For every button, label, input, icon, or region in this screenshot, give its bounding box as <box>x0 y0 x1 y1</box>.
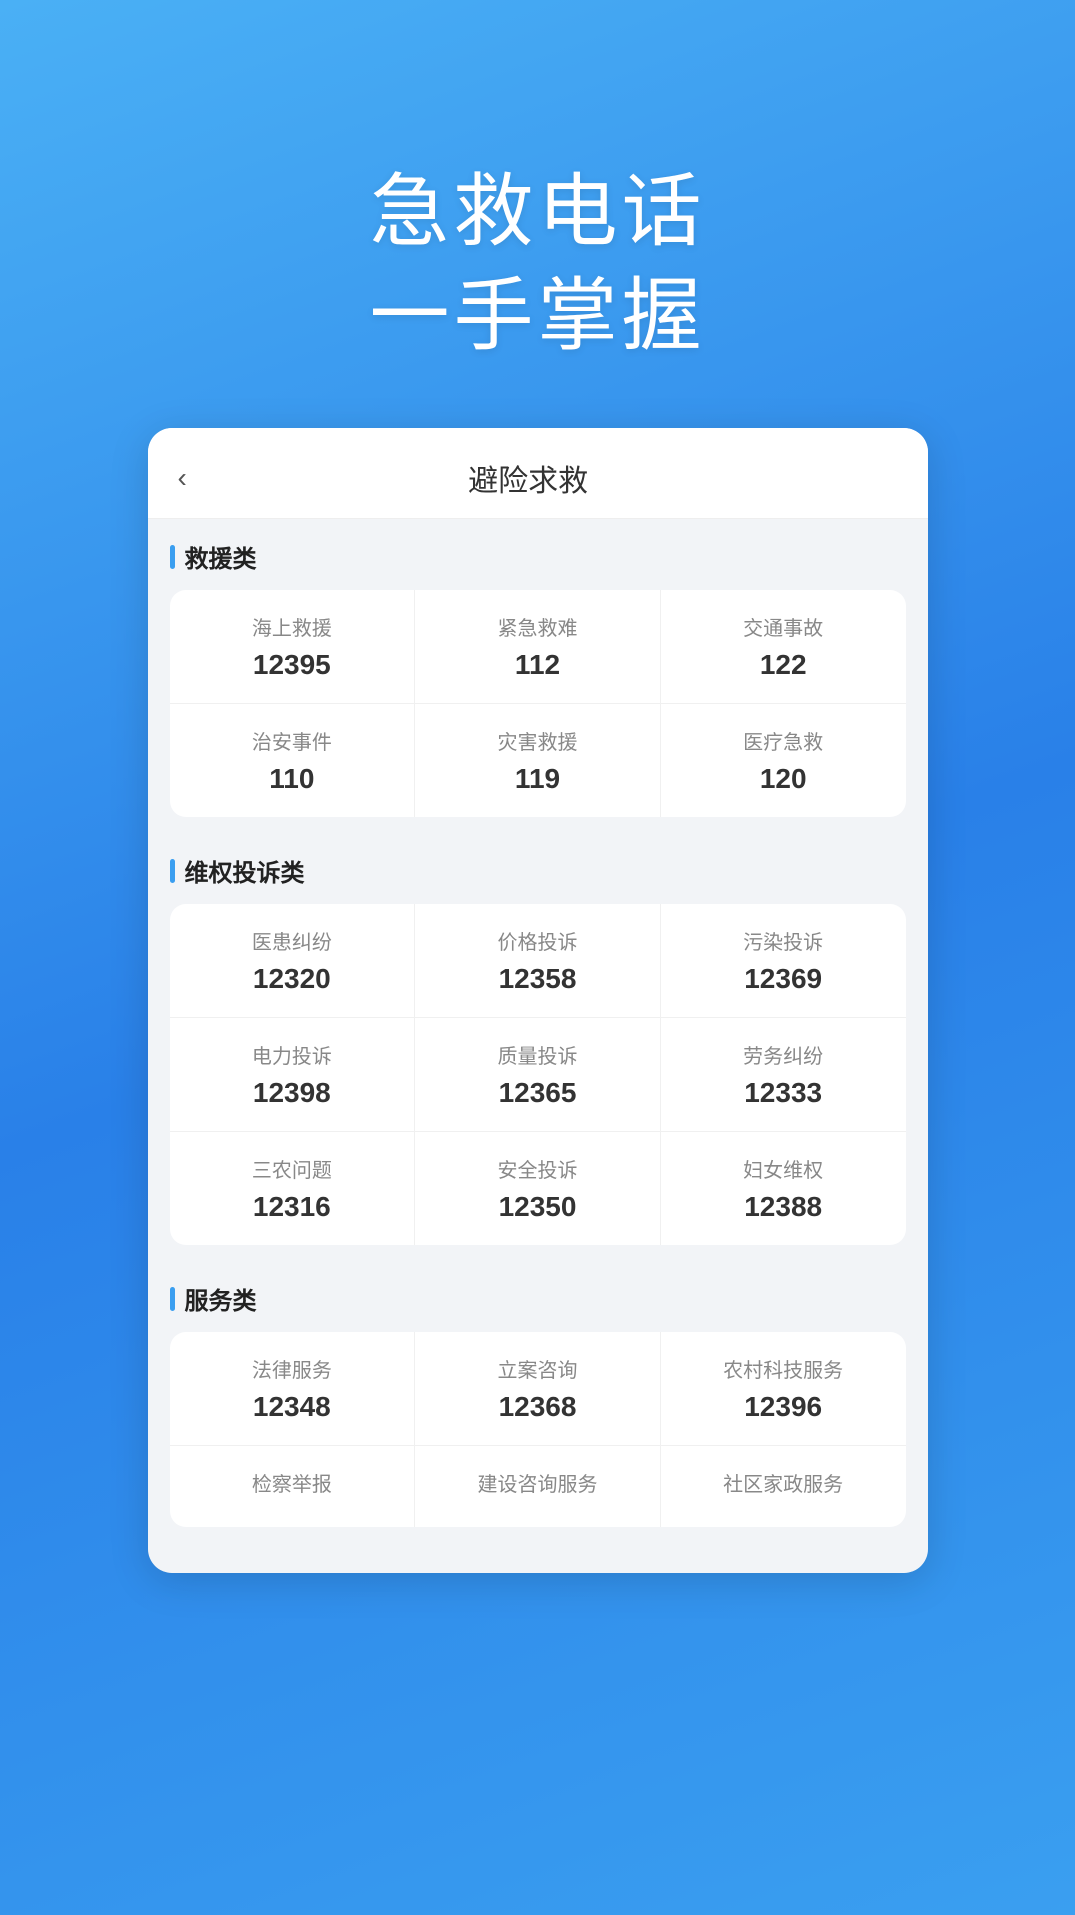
cell-12395-label: 海上救援 <box>252 612 332 641</box>
rights-row-3: 三农问题 12316 安全投诉 12350 妇女维权 12388 <box>170 1132 906 1245</box>
cell-12398[interactable]: 电力投诉 12398 <box>170 1018 416 1131</box>
cell-12388[interactable]: 妇女维权 12388 <box>661 1132 906 1245</box>
cell-119-number: 119 <box>515 763 560 795</box>
cell-12320[interactable]: 医患纠纷 12320 <box>170 904 416 1017</box>
card-title: 避险求救 <box>207 456 850 500</box>
section-rescue-label: 救援类 <box>170 539 906 574</box>
service-grid: 法律服务 12348 立案咨询 12368 农村科技服务 12396 检察举报 <box>170 1332 906 1527</box>
cell-12316[interactable]: 三农问题 12316 <box>170 1132 416 1245</box>
hero-line2: 一手掌握 <box>370 271 706 360</box>
section-rights: 维权投诉类 医患纠纷 12320 价格投诉 12358 污染投诉 12369 <box>148 833 928 1245</box>
service-row-2: 检察举报 建设咨询服务 社区家政服务 <box>170 1446 906 1527</box>
cell-122-label: 交通事故 <box>743 612 823 641</box>
cell-12369[interactable]: 污染投诉 12369 <box>661 904 906 1017</box>
cell-12395-number: 12395 <box>253 649 331 681</box>
section-service-label: 服务类 <box>170 1281 906 1316</box>
cell-112-number: 112 <box>515 649 560 681</box>
cell-12348[interactable]: 法律服务 12348 <box>170 1332 416 1445</box>
cell-122-number: 122 <box>760 649 807 681</box>
cell-12396[interactable]: 农村科技服务 12396 <box>661 1332 906 1445</box>
section-rights-label: 维权投诉类 <box>170 853 906 888</box>
cell-112-label: 紧急救难 <box>498 612 578 641</box>
rescue-row-2: 治安事件 110 灾害救援 119 医疗急救 120 <box>170 704 906 817</box>
rights-row-2: 电力投诉 12398 质量投诉 12365 劳务纠纷 12333 <box>170 1018 906 1132</box>
cell-110-number: 110 <box>269 763 314 795</box>
card-header: ‹ 避险求救 <box>148 428 928 519</box>
rescue-grid: 海上救援 12395 紧急救难 112 交通事故 122 治安事件 110 <box>170 590 906 817</box>
hero-line1: 急救电话 <box>370 167 706 256</box>
hero-title: 急救电话 一手掌握 <box>370 160 706 368</box>
cell-110[interactable]: 治安事件 110 <box>170 704 416 817</box>
cell-112[interactable]: 紧急救难 112 <box>415 590 661 703</box>
cell-120-number: 120 <box>760 763 807 795</box>
cell-12358[interactable]: 价格投诉 12358 <box>415 904 661 1017</box>
cell-110-label: 治安事件 <box>252 726 332 755</box>
main-card: ‹ 避险求救 救援类 海上救援 12395 紧急救难 112 交通事故 122 <box>148 428 928 1573</box>
cell-120-label: 医疗急救 <box>743 726 823 755</box>
cell-12350[interactable]: 安全投诉 12350 <box>415 1132 661 1245</box>
cell-119[interactable]: 灾害救援 119 <box>415 704 661 817</box>
section-service: 服务类 法律服务 12348 立案咨询 12368 农村科技服务 12396 <box>148 1261 928 1527</box>
cell-shequ[interactable]: 社区家政服务 <box>661 1446 906 1527</box>
cell-jianshe[interactable]: 建设咨询服务 <box>415 1446 661 1527</box>
service-row-1: 法律服务 12348 立案咨询 12368 农村科技服务 12396 <box>170 1332 906 1446</box>
cell-12395[interactable]: 海上救援 12395 <box>170 590 416 703</box>
section-rescue: 救援类 海上救援 12395 紧急救难 112 交通事故 122 <box>148 519 928 817</box>
cell-122[interactable]: 交通事故 122 <box>661 590 906 703</box>
cell-12368[interactable]: 立案咨询 12368 <box>415 1332 661 1445</box>
rights-row-1: 医患纠纷 12320 价格投诉 12358 污染投诉 12369 <box>170 904 906 1018</box>
rights-grid: 医患纠纷 12320 价格投诉 12358 污染投诉 12369 电力投诉 12… <box>170 904 906 1245</box>
rescue-row-1: 海上救援 12395 紧急救难 112 交通事故 122 <box>170 590 906 704</box>
cell-12333[interactable]: 劳务纠纷 12333 <box>661 1018 906 1131</box>
cell-119-label: 灾害救援 <box>498 726 578 755</box>
cell-jianchajubao[interactable]: 检察举报 <box>170 1446 416 1527</box>
cell-12365[interactable]: 质量投诉 12365 <box>415 1018 661 1131</box>
back-button[interactable]: ‹ <box>178 462 187 494</box>
cell-120[interactable]: 医疗急救 120 <box>661 704 906 817</box>
